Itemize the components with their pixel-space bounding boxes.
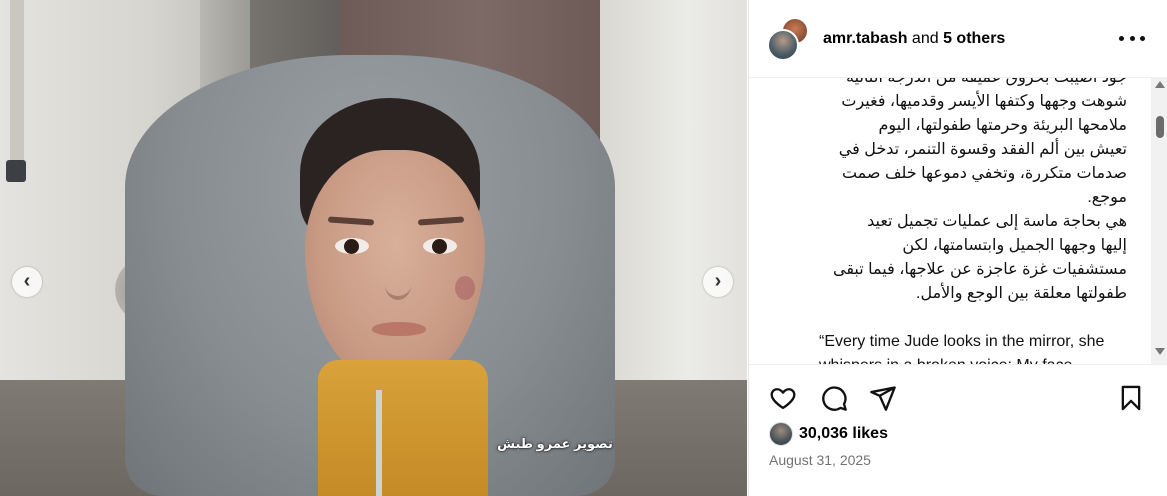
post-header: amr.tabash and 5 others [749,0,1167,78]
other-authors-link[interactable]: 5 others [943,30,1005,47]
comment-icon [822,386,847,411]
post-side-panel: amr.tabash and 5 others جود أصيبت بحروق … [748,0,1167,496]
caption-text: جود أصيبت بحروق عميقة من الدرجة الثانية … [819,78,1139,364]
scroll-down-icon[interactable] [1155,348,1165,355]
chevron-right-icon: › [714,270,722,292]
author-username[interactable]: amr.tabash [823,30,907,47]
avatar[interactable] [767,29,799,61]
caption-area: جود أصيبت بحروق عميقة من الدرجة الثانية … [749,78,1167,364]
previous-image-button[interactable]: ‹ [12,267,42,297]
caption-line: صدمات متكررة، وتخفي دموعها خلف صمت [841,165,1127,182]
caption-line: مستشفيات غزة عاجزة عن علاجها، فيما تبقى [832,261,1127,278]
caption-line: ملامحها البريئة وحرمتها طفولتها، اليوم [878,117,1127,134]
bookmark-icon [1121,385,1141,411]
collab-avatars[interactable] [767,17,811,61]
author-connector: and [907,30,944,47]
post-date[interactable]: August 31, 2025 [769,452,871,468]
scrollbar-thumb[interactable] [1156,116,1164,138]
avatar [769,422,793,446]
photo-credit-watermark: تصوير عمرو طبش [497,436,613,451]
caption-line: whispers in a broken voice: My face [819,354,1139,364]
chevron-left-icon: ‹ [23,270,31,292]
arabic-caption: جود أصيبت بحروق عميقة من الدرجة الثانية … [819,78,1127,306]
post-image[interactable]: تصوير عمرو طبش ‹ › [0,0,747,496]
likes-summary[interactable]: 30,036 likes [769,421,888,447]
yellow-shirt [318,360,488,496]
caption-line: موجع. [1087,189,1127,206]
caption-line: “Every time Jude looks in the mirror, sh… [819,333,1105,350]
heart-icon [770,388,796,410]
share-icon [870,386,896,411]
post-actions [749,364,1167,429]
next-image-button[interactable]: › [703,267,733,297]
caption-line: هي بحاجة ماسة إلى عمليات تجميل تعيد [867,213,1127,230]
likes-count[interactable]: 30,036 likes [799,425,888,443]
like-button[interactable] [768,383,798,413]
caption-scrollbar[interactable] [1151,78,1167,364]
caption-line: إليها وجهها الجميل وابتسامتها، لكن [902,237,1127,254]
caption-line: شوهت وجهها وكتفها الأيسر وقدميها، فغيرت [841,93,1127,110]
caption-line: جود أصيبت بحروق عميقة من الدرجة الثانية [819,78,1127,90]
post-authors: amr.tabash and 5 others [823,30,1005,48]
caption-line: طفولتها معلقة بين الوجع والأمل. [916,285,1127,302]
scroll-up-icon[interactable] [1155,81,1165,88]
comment-button[interactable] [819,383,849,413]
english-caption: “Every time Jude looks in the mirror, sh… [819,330,1139,364]
caption-line: تعيش بين ألم الفقد وقسوة التنمر، تدخل في [838,141,1127,158]
save-button[interactable] [1116,383,1146,413]
more-options-icon[interactable] [1119,28,1145,48]
share-button[interactable] [868,383,898,413]
